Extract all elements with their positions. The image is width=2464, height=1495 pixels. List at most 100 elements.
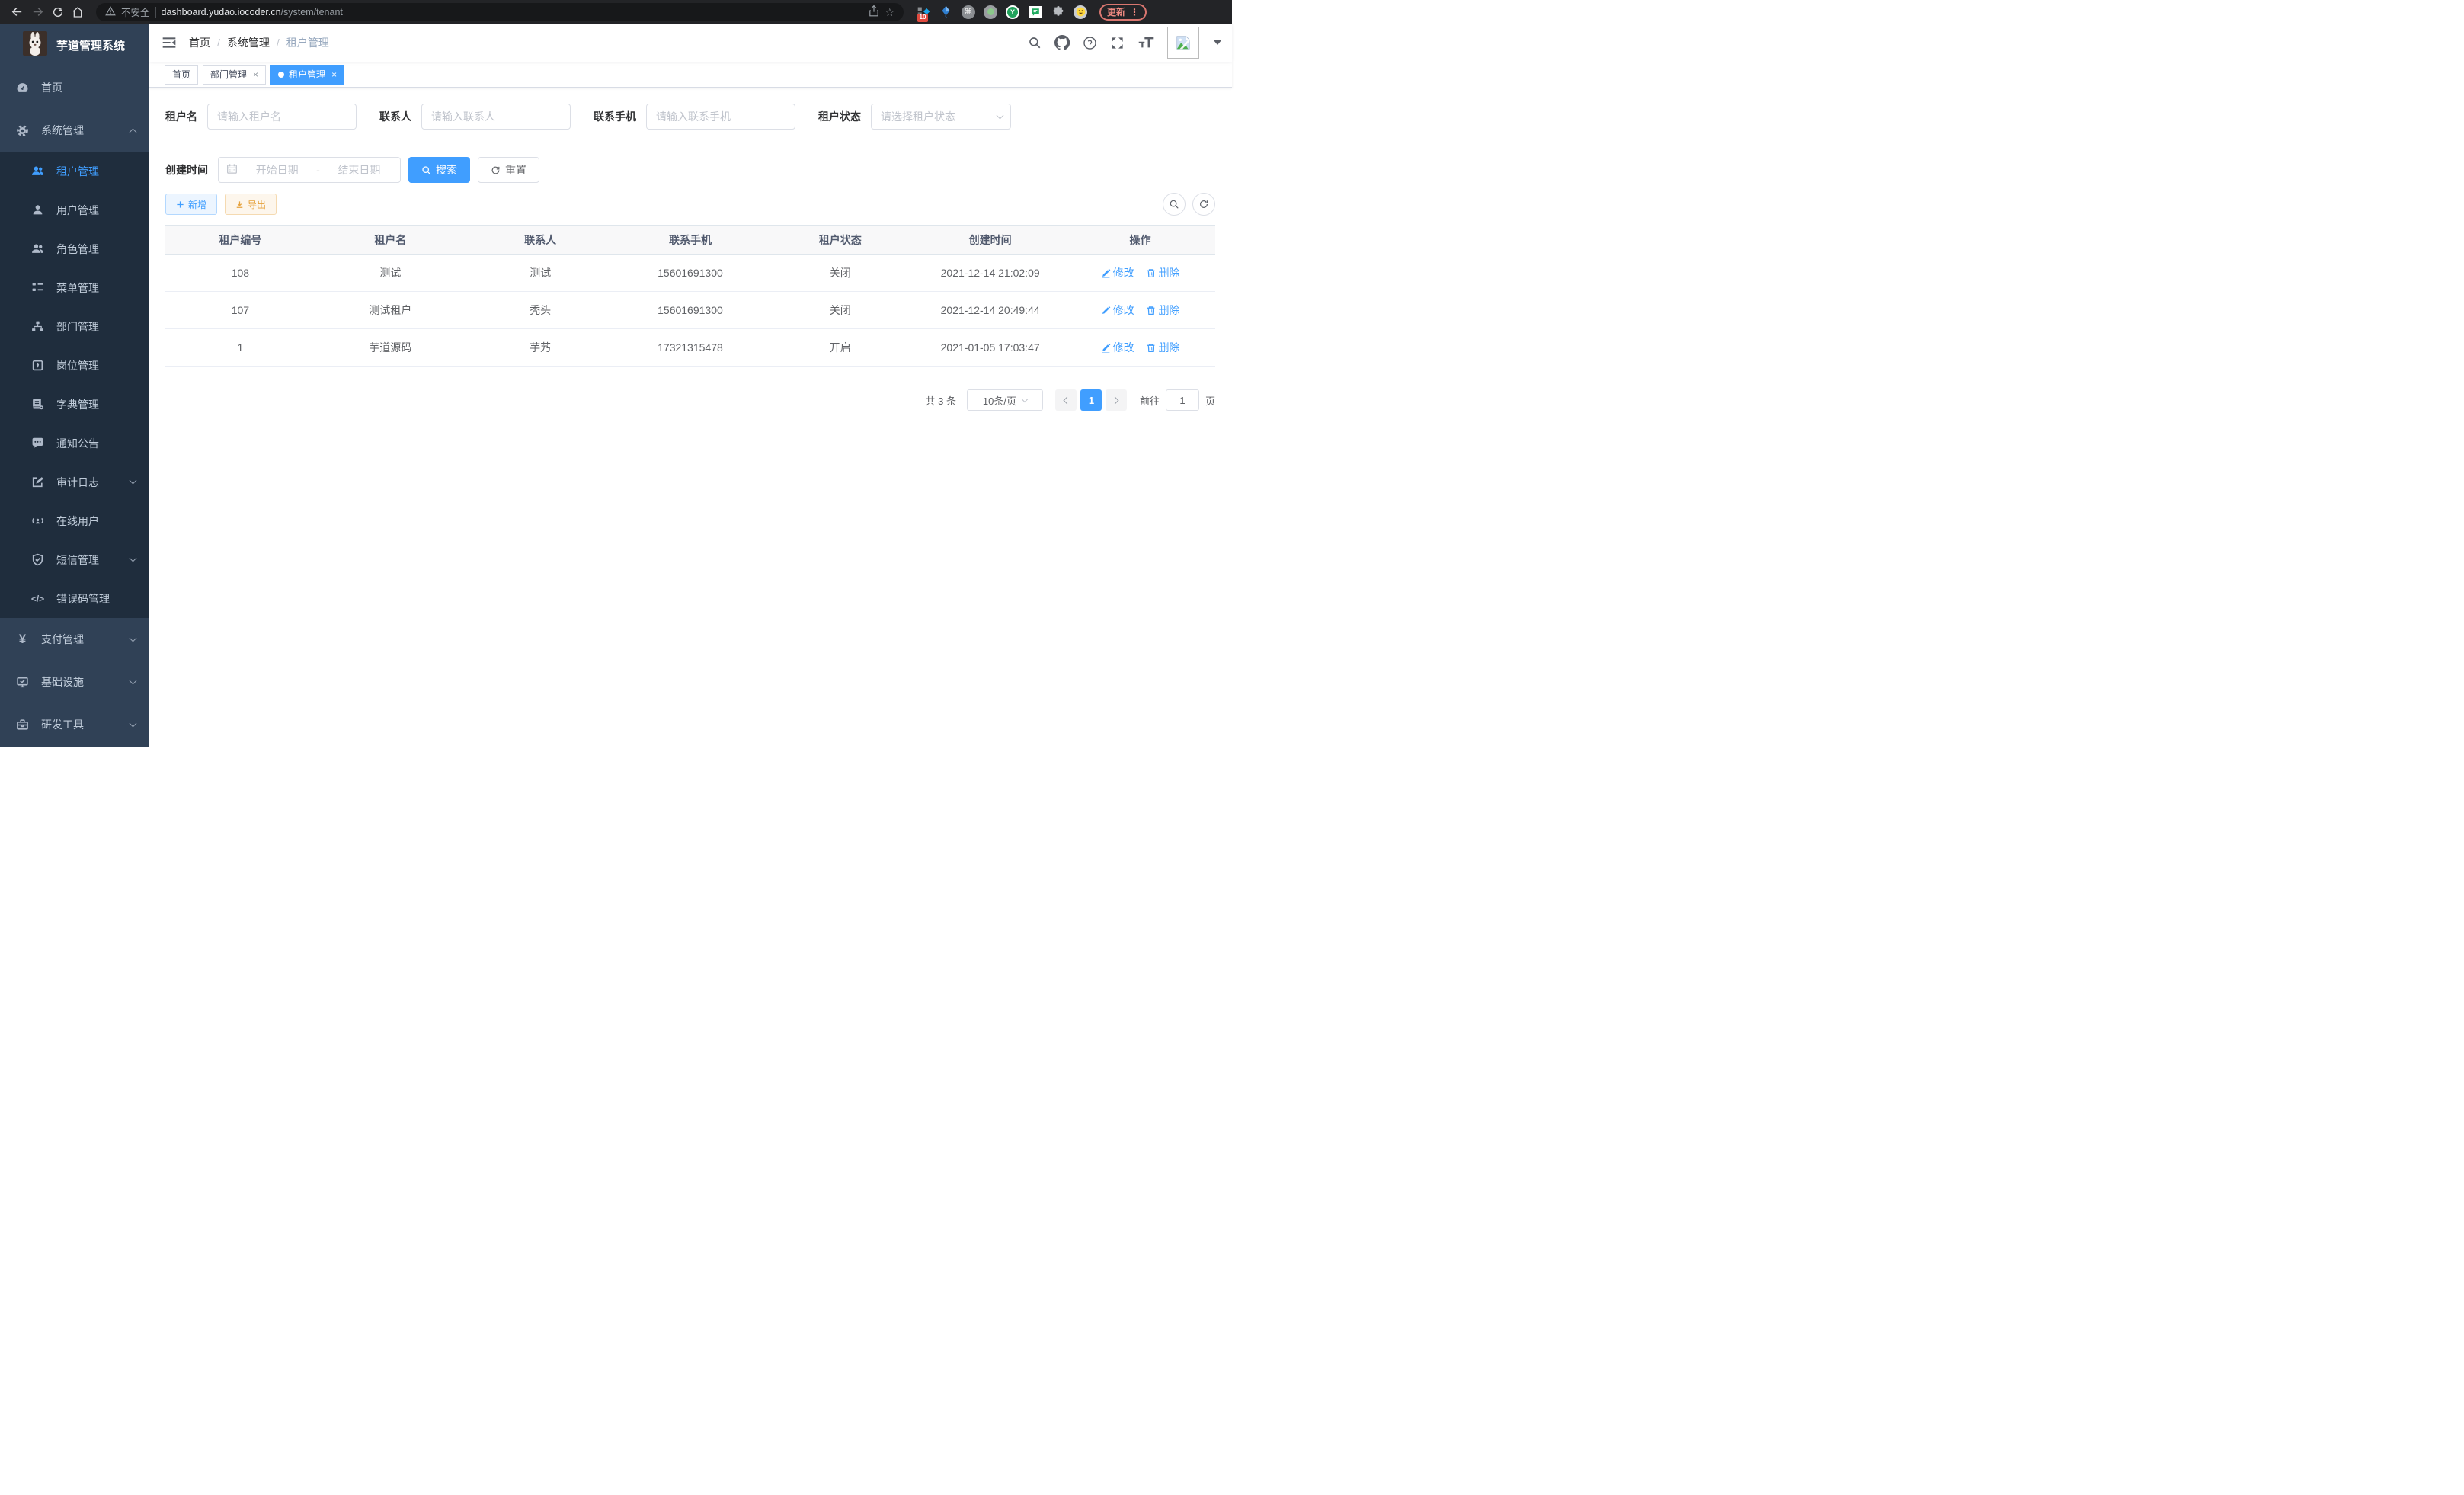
- prev-page-button[interactable]: [1055, 389, 1077, 411]
- phone-input[interactable]: [646, 104, 795, 130]
- search-icon: [421, 165, 431, 175]
- contact-label: 联系人: [379, 109, 411, 124]
- cell-actions: 修改 删除: [1065, 255, 1215, 292]
- update-button[interactable]: 更新 ⋮: [1099, 4, 1147, 21]
- sidebar-item-infra[interactable]: 基础设施: [0, 661, 149, 703]
- calendar-icon: [226, 163, 238, 177]
- github-icon[interactable]: [1054, 35, 1070, 50]
- close-icon[interactable]: ×: [330, 69, 337, 80]
- cell-tenant-name: 测试租户: [315, 292, 466, 329]
- breadcrumb-system[interactable]: 系统管理: [227, 35, 270, 50]
- sidebar-item-devtools[interactable]: 研发工具: [0, 703, 149, 746]
- extension-emoji-icon[interactable]: [1074, 5, 1087, 19]
- reset-button[interactable]: 重置: [478, 157, 539, 183]
- address-bar[interactable]: 不安全 dashboard.yudao.iocoder.cn/system/te…: [96, 3, 904, 21]
- back-icon[interactable]: [11, 5, 24, 18]
- sidebar-item-sms[interactable]: 短信管理: [0, 540, 149, 579]
- sidebar-item-role[interactable]: 角色管理: [0, 229, 149, 268]
- share-icon[interactable]: [869, 5, 879, 19]
- add-button[interactable]: 新增: [165, 194, 217, 215]
- sidebar-item-system[interactable]: 系统管理: [0, 109, 149, 152]
- sidebar-item-post[interactable]: 岗位管理: [0, 346, 149, 385]
- sidebar-item-user[interactable]: 用户管理: [0, 190, 149, 229]
- extension-kite-icon[interactable]: [939, 5, 953, 19]
- screen: 不安全 dashboard.yudao.iocoder.cn/system/te…: [0, 0, 1232, 748]
- search-button[interactable]: 搜索: [408, 157, 470, 183]
- extension-grid-icon[interactable]: 10: [916, 5, 930, 19]
- avatar[interactable]: [1167, 27, 1199, 59]
- trash-icon: [1146, 268, 1156, 278]
- post-icon: [31, 359, 44, 372]
- date-range-picker[interactable]: 开始日期 - 结束日期: [218, 157, 401, 183]
- bookmark-star-icon[interactable]: ☆: [885, 7, 894, 18]
- export-button[interactable]: 导出: [225, 194, 277, 215]
- breadcrumb-home[interactable]: 首页: [189, 35, 210, 50]
- extension-dot-icon[interactable]: [984, 5, 997, 19]
- sidebar-item-menu[interactable]: 菜单管理: [0, 268, 149, 307]
- browser-menu-icon[interactable]: ⋮: [1130, 7, 1139, 18]
- sidebar-item-audit-log[interactable]: 审计日志: [0, 463, 149, 501]
- sidebar-item-tenant[interactable]: 租户管理: [0, 152, 149, 190]
- reload-icon[interactable]: [52, 6, 64, 18]
- delete-link[interactable]: 删除: [1146, 303, 1179, 318]
- sms-shield-icon: [31, 553, 44, 566]
- edit-link[interactable]: 修改: [1101, 340, 1134, 355]
- sidebar-item-dict[interactable]: 字典管理: [0, 385, 149, 424]
- close-icon[interactable]: ×: [251, 69, 258, 80]
- tenant-icon: [31, 165, 44, 178]
- extension-puzzle-icon[interactable]: [1051, 5, 1065, 19]
- avatar-caret-icon[interactable]: [1214, 40, 1221, 45]
- tag-tenant[interactable]: 租户管理 ×: [270, 65, 344, 85]
- cell-phone: 15601691300: [616, 255, 766, 292]
- refresh-table-button[interactable]: [1192, 193, 1215, 216]
- header-search-icon[interactable]: [1028, 36, 1042, 50]
- sidebar-item-home[interactable]: 首页: [0, 66, 149, 109]
- active-tag-dot: [278, 72, 284, 78]
- goto-page-input[interactable]: [1166, 389, 1199, 411]
- edit-icon: [1101, 268, 1111, 278]
- sidebar-fold-icon[interactable]: [149, 35, 189, 50]
- contact-input[interactable]: [421, 104, 571, 130]
- code-icon: </>: [31, 592, 44, 605]
- delete-link[interactable]: 删除: [1146, 340, 1179, 355]
- toggle-search-button[interactable]: [1163, 193, 1186, 216]
- page-size-select[interactable]: 10条/页: [967, 389, 1043, 411]
- page-number-1[interactable]: 1: [1080, 389, 1102, 411]
- tag-dept[interactable]: 部门管理 ×: [203, 65, 266, 85]
- next-page-button[interactable]: [1106, 389, 1127, 411]
- online-icon: [31, 514, 44, 527]
- toolbox-icon: [16, 719, 29, 731]
- extension-command-icon[interactable]: ⌘: [962, 5, 975, 19]
- forward-icon[interactable]: [31, 5, 44, 18]
- sidebar-item-dept[interactable]: 部门管理: [0, 307, 149, 346]
- sidebar-item-label: 基础设施: [41, 674, 84, 690]
- sidebar-item-online-users[interactable]: 在线用户: [0, 501, 149, 540]
- home-icon[interactable]: [72, 6, 84, 18]
- fullscreen-icon[interactable]: [1110, 36, 1125, 50]
- tenant-name-input[interactable]: [207, 104, 357, 130]
- cell-tenant-id: 107: [165, 292, 315, 329]
- font-size-icon[interactable]: [1138, 36, 1154, 50]
- status-select[interactable]: 请选择租户状态: [871, 104, 1011, 130]
- sidebar-item-error-code[interactable]: </> 错误码管理: [0, 579, 149, 618]
- edit-link[interactable]: 修改: [1101, 303, 1134, 318]
- cell-status: 开启: [765, 329, 915, 367]
- col-created: 创建时间: [915, 226, 1065, 255]
- tag-home[interactable]: 首页: [165, 65, 198, 85]
- extension-yudao-icon[interactable]: Y: [1006, 5, 1019, 19]
- edit-link[interactable]: 修改: [1101, 265, 1134, 280]
- sidebar-item-notice[interactable]: 通知公告: [0, 424, 149, 463]
- cell-created: 2021-12-14 20:49:44: [915, 292, 1065, 329]
- help-icon[interactable]: [1083, 36, 1097, 50]
- edit-icon: [1101, 306, 1111, 315]
- download-icon: [235, 200, 244, 209]
- col-actions: 操作: [1065, 226, 1215, 255]
- delete-link[interactable]: 删除: [1146, 265, 1179, 280]
- sidebar-item-pay[interactable]: ¥ 支付管理: [0, 618, 149, 661]
- sidebar-item-label: 角色管理: [56, 242, 99, 257]
- sidebar-item-label: 研发工具: [41, 717, 84, 732]
- sidebar-item-label: 部门管理: [56, 319, 99, 335]
- sidebar-item-label: 通知公告: [56, 436, 99, 451]
- extension-chat-icon[interactable]: [1028, 5, 1042, 19]
- app-logo[interactable]: 芋道管理系统: [0, 24, 149, 66]
